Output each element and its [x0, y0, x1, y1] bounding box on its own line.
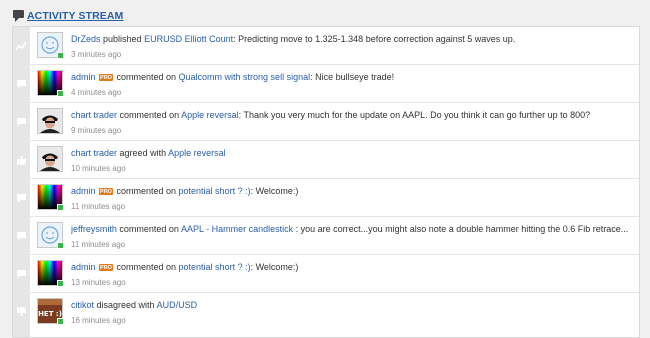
activity-text: citikot disagreed with AUD/USD — [71, 300, 631, 310]
timestamp: 11 minutes ago — [71, 202, 126, 211]
target-link[interactable]: Qualcomm with strong sell signal — [179, 72, 311, 82]
speech-bubble-icon — [13, 10, 24, 22]
online-status-dot — [57, 318, 64, 325]
timestamp: 11 minutes ago — [71, 240, 126, 249]
activity-verb: commented on — [116, 72, 177, 82]
activity-stream-header: ACTIVITY STREAM — [13, 8, 123, 24]
activity-message: : you are correct...you might also note … — [293, 224, 629, 234]
target-link[interactable]: Apple reversal — [168, 148, 226, 158]
activity-verb: commented on — [116, 262, 177, 272]
online-status-dot — [57, 52, 64, 59]
online-status-dot — [57, 280, 64, 287]
activity-row: admin PRO commented on potential short ?… — [13, 255, 639, 293]
user-avatar[interactable] — [37, 108, 63, 134]
user-link[interactable]: DrZeds — [71, 34, 101, 44]
user-link[interactable]: admin — [71, 262, 96, 272]
pro-badge: PRO — [99, 264, 113, 271]
activity-text: admin PRO commented on Qualcomm with str… — [71, 72, 631, 82]
activity-text: jeffreysmith commented on AAPL - Hammer … — [71, 224, 631, 234]
chart-icon — [16, 41, 27, 51]
comment-icon — [17, 80, 26, 89]
target-link[interactable]: potential short ? :) — [179, 186, 251, 196]
comment-icon — [17, 270, 26, 279]
activity-row: chart trader agreed with Apple reversal … — [13, 141, 639, 179]
timestamp: 10 minutes ago — [71, 164, 126, 173]
timestamp: 3 minutes ago — [71, 50, 122, 59]
timestamp: 9 minutes ago — [71, 126, 122, 135]
activity-stream-list: DrZeds published EURUSD Elliott Count: P… — [12, 26, 640, 338]
activity-verb: commented on — [119, 224, 179, 234]
activity-row: chart trader commented on Apple reversal… — [13, 103, 639, 141]
activity-verb: agreed with — [119, 148, 167, 158]
activity-verb: commented on — [116, 186, 177, 196]
activity-verb: commented on — [119, 110, 180, 120]
activity-message: : Thank you very much for the update on … — [238, 110, 591, 120]
activity-message: : Nice bullseye trade! — [310, 72, 395, 82]
activity-text: admin PRO commented on potential short ?… — [71, 262, 631, 272]
activity-verb: published — [103, 34, 142, 44]
user-link[interactable]: chart trader — [71, 148, 117, 158]
target-link[interactable]: AAPL - Hammer candlestick — [181, 224, 293, 234]
online-status-dot — [57, 204, 64, 211]
thumbs-down-icon — [17, 307, 26, 317]
comment-icon — [17, 232, 26, 241]
pro-badge: PRO — [99, 188, 113, 195]
activity-text: chart trader commented on Apple reversal… — [71, 110, 631, 120]
activity-text: DrZeds published EURUSD Elliott Count: P… — [71, 34, 631, 44]
target-link[interactable]: Apple reversal — [181, 110, 239, 120]
comment-icon — [17, 194, 26, 203]
timestamp: 13 minutes ago — [71, 278, 126, 287]
activity-row: DrZeds published EURUSD Elliott Count: P… — [13, 27, 639, 65]
activity-text: admin PRO commented on potential short ?… — [71, 186, 631, 196]
target-link[interactable]: potential short ? :) — [179, 262, 251, 272]
avatar-caption: HET :) — [38, 310, 62, 318]
activity-verb: disagreed with — [96, 300, 155, 310]
target-link[interactable]: EURUSD Elliott Count — [144, 34, 233, 44]
activity-row: jeffreysmith commented on AAPL - Hammer … — [13, 217, 639, 255]
photo-avatar — [38, 109, 62, 133]
activity-message: : Welcome:) — [250, 186, 299, 196]
comment-icon — [17, 118, 26, 127]
online-status-dot — [57, 90, 64, 97]
online-status-dot — [57, 242, 64, 249]
user-link[interactable]: admin — [71, 186, 96, 196]
activity-row: HET :) citikot disagreed with AUD/USD 16… — [13, 293, 639, 331]
pro-badge: PRO — [99, 74, 113, 81]
user-link[interactable]: citikot — [71, 300, 94, 310]
thumbs-up-icon — [17, 155, 26, 165]
timestamp: 16 minutes ago — [71, 316, 126, 325]
activity-text: chart trader agreed with Apple reversal — [71, 148, 631, 158]
activity-message: : Welcome:) — [250, 262, 299, 272]
user-link[interactable]: chart trader — [71, 110, 117, 120]
activity-stream-title[interactable]: ACTIVITY STREAM — [27, 10, 123, 22]
target-link[interactable]: AUD/USD — [157, 300, 198, 310]
activity-row: admin PRO commented on Qualcomm with str… — [13, 65, 639, 103]
timestamp: 4 minutes ago — [71, 88, 122, 97]
user-avatar[interactable] — [37, 146, 63, 172]
photo-avatar — [38, 147, 62, 171]
activity-row: admin PRO commented on potential short ?… — [13, 179, 639, 217]
user-link[interactable]: jeffreysmith — [71, 224, 117, 234]
activity-message: : Predicting move to 1.325-1.348 before … — [233, 34, 516, 44]
user-link[interactable]: admin — [71, 72, 96, 82]
